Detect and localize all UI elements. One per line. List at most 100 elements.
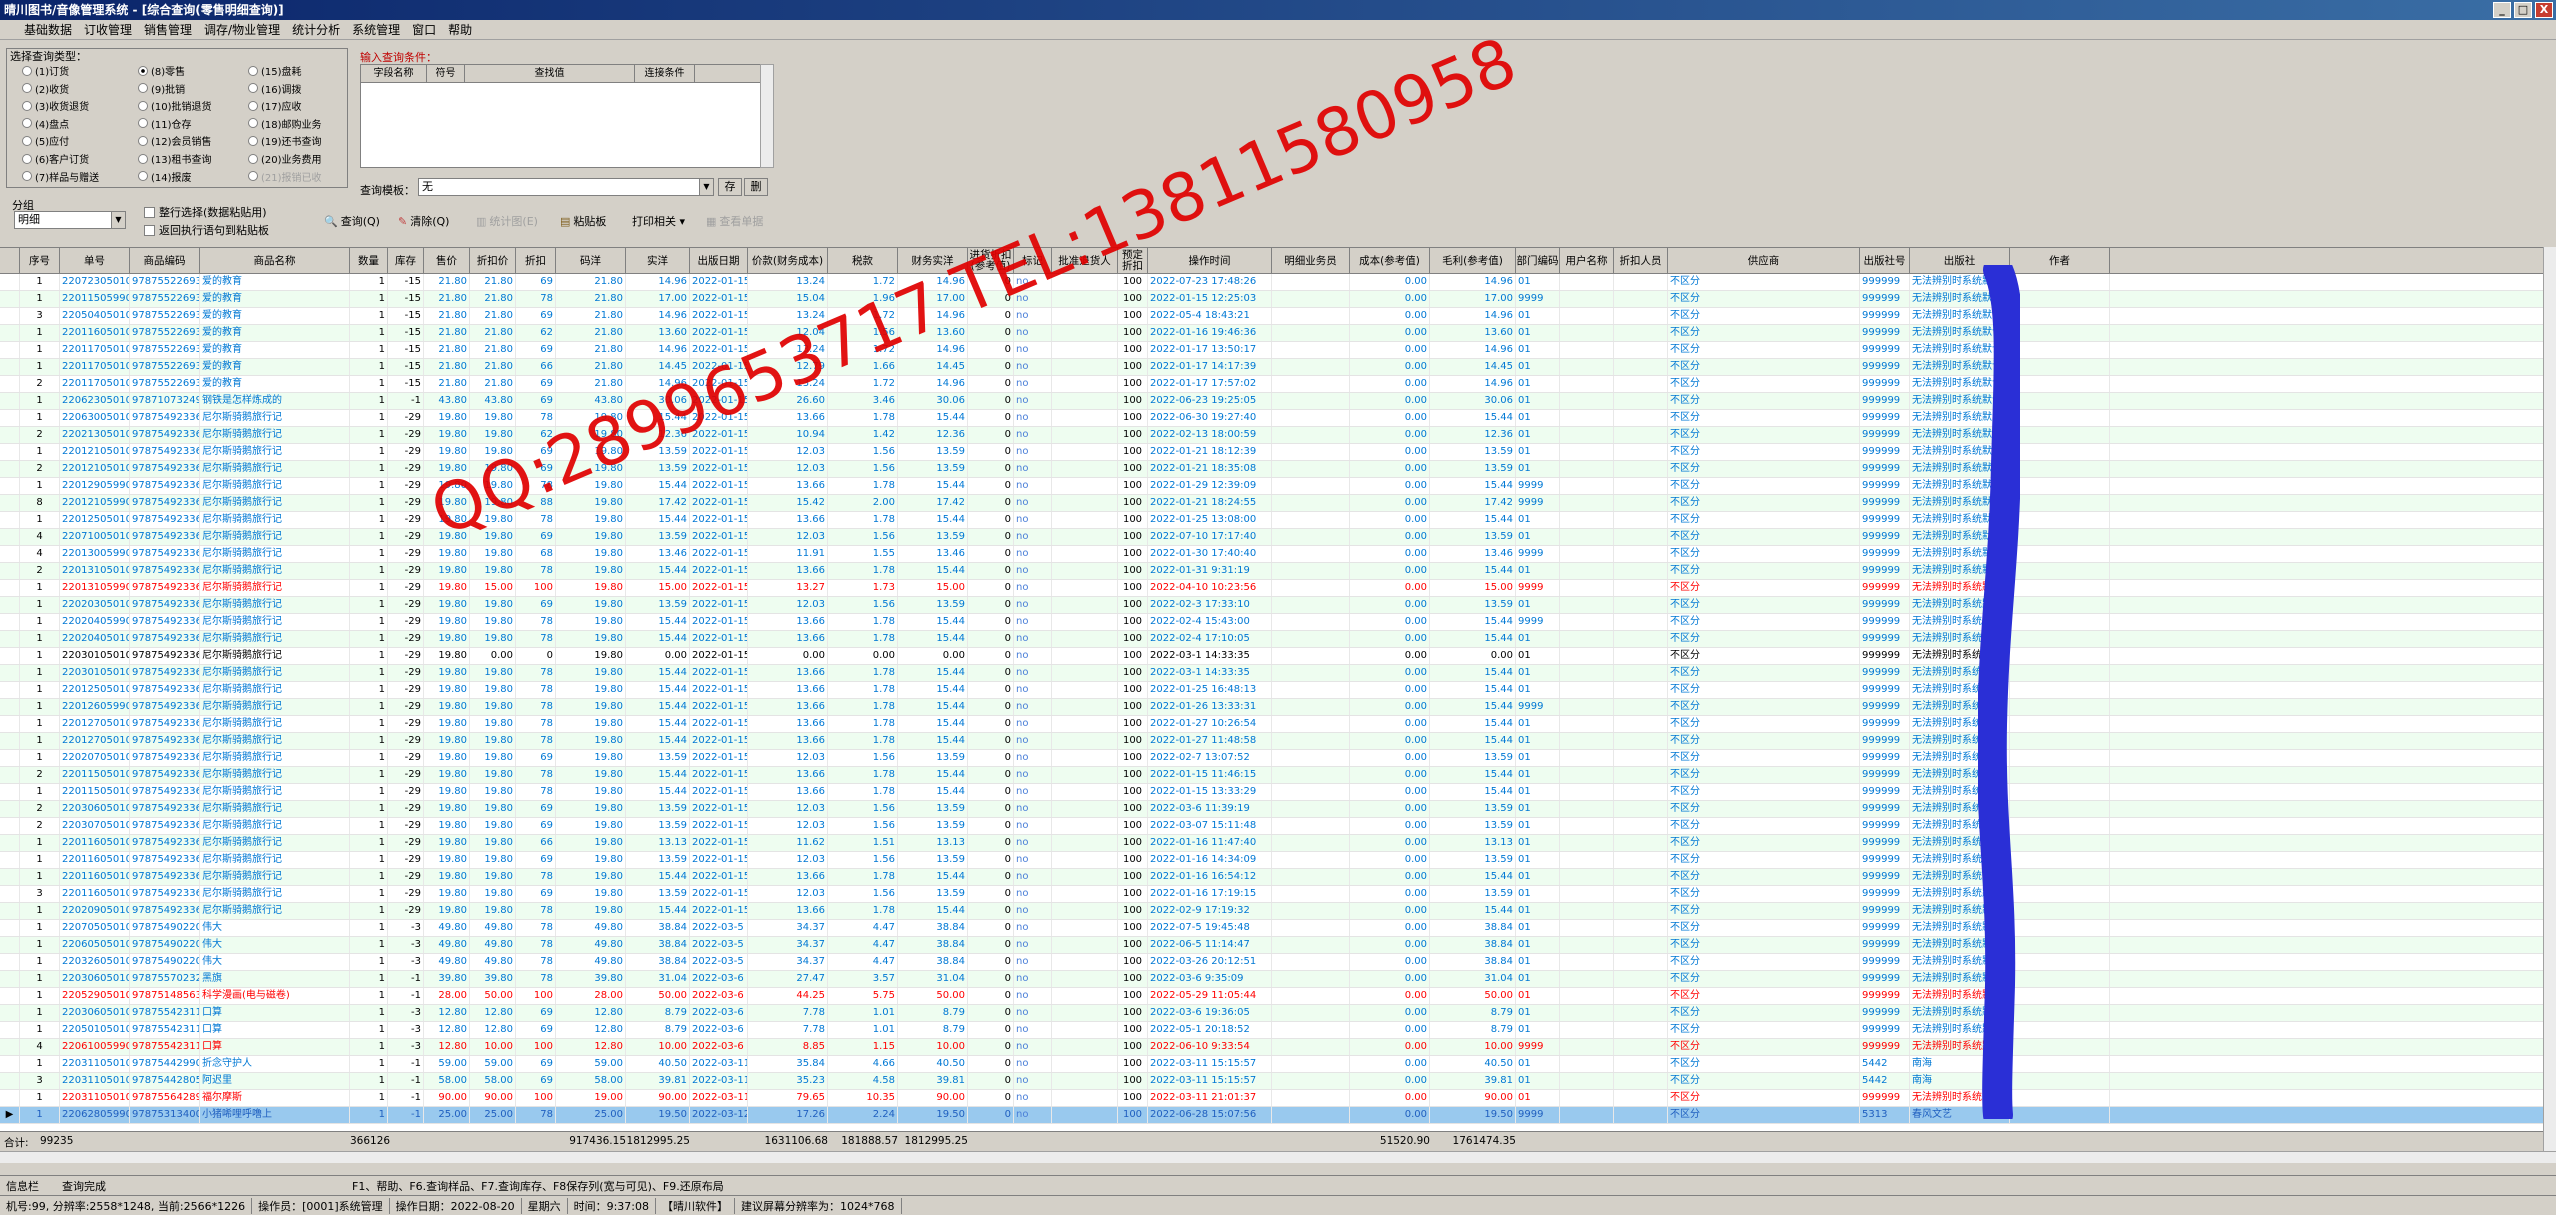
table-row[interactable]: 1220127050100149787549233697尼尔斯骑鹅旅行记1-29…	[0, 733, 2543, 750]
conditions-scrollbar[interactable]	[760, 64, 774, 168]
column-header[interactable]: 数量	[350, 248, 388, 274]
query-type-radio[interactable]: (7)样品与赠送	[22, 169, 99, 184]
column-header[interactable]: 操作时间	[1148, 248, 1272, 274]
table-row[interactable]: 1220311050100119787544299015折念守护人1-159.0…	[0, 1056, 2543, 1073]
column-header[interactable]: 财务实洋	[898, 248, 968, 274]
table-row[interactable]: 1220529050100089787514856361科学漫画(电与磁卷)1-…	[0, 988, 2543, 1005]
template-delete-button[interactable]: 删	[744, 178, 768, 196]
table-row[interactable]: 1220605050100099787549022083伟大1-349.8049…	[0, 937, 2543, 954]
query-type-radio[interactable]: (13)租书查询	[138, 151, 212, 166]
table-row[interactable]: 1220623050100239787107324956钢铁是怎样炼成的1-14…	[0, 393, 2543, 410]
table-row[interactable]: 1220301050100139787549233697尼尔斯骑鹅旅行记1-29…	[0, 648, 2543, 665]
grid-vertical-scrollbar[interactable]	[2543, 247, 2556, 1151]
table-row[interactable]: 3220504050100329787552269376爱的教育1-1521.8…	[0, 308, 2543, 325]
template-select[interactable]: 无 ▼	[418, 178, 714, 196]
table-row[interactable]: ▶1220628059900239787531340085小猪唏哩呼噜上1-12…	[0, 1107, 2543, 1124]
clear-button[interactable]: ✎ 清除(Q)	[398, 210, 449, 232]
query-type-radio[interactable]: (1)订货	[22, 63, 69, 78]
table-row[interactable]: 2220117050100669787552269376爱的教育1-1521.8…	[0, 376, 2543, 393]
table-row[interactable]: 1220301050100139787549233697尼尔斯骑鹅旅行记1-29…	[0, 665, 2543, 682]
menu-window[interactable]: 窗口	[406, 21, 442, 38]
table-row[interactable]: 1220126059900429787549233697尼尔斯骑鹅旅行记1-29…	[0, 699, 2543, 716]
table-row[interactable]: 1220117050100329787552269376爱的教育1-1521.8…	[0, 342, 2543, 359]
menu-basic-data[interactable]: 基础数据	[18, 21, 78, 38]
menu-help[interactable]: 帮助	[442, 21, 478, 38]
table-row[interactable]: 1220209050100499787549233697尼尔斯骑鹅旅行记1-29…	[0, 903, 2543, 920]
menu-stock-property[interactable]: 调存/物业管理	[198, 21, 286, 38]
query-type-radio[interactable]: (14)报废	[138, 169, 192, 184]
menu-order-receive[interactable]: 订收管理	[78, 21, 138, 38]
table-row[interactable]: 1220116050100789787549233697尼尔斯骑鹅旅行记1-29…	[0, 869, 2543, 886]
minimize-button[interactable]: _	[2493, 2, 2511, 18]
query-type-radio[interactable]: (12)会员销售	[138, 133, 212, 148]
table-row[interactable]: 1220723050100419787552269376爱的教育1-1521.8…	[0, 274, 2543, 291]
column-header[interactable]: 折扣	[516, 248, 556, 274]
table-row[interactable]: 1220705050100739787549022083伟大1-349.8049…	[0, 920, 2543, 937]
table-row[interactable]: 2220306050100059787549233697尼尔斯骑鹅旅行记1-29…	[0, 801, 2543, 818]
maximize-button[interactable]: □	[2514, 2, 2532, 18]
table-row[interactable]: 2220115050100369787549233697尼尔斯骑鹅旅行记1-29…	[0, 767, 2543, 784]
table-row[interactable]: 1220630050100289787549233697尼尔斯骑鹅旅行记1-29…	[0, 410, 2543, 427]
query-type-radio[interactable]: (10)批销退货	[138, 98, 212, 113]
column-header[interactable]: 毛利(参考值)	[1430, 248, 1516, 274]
column-header[interactable]: 价款(财务成本)	[748, 248, 828, 274]
column-header[interactable]: 标记	[1014, 248, 1052, 274]
stats-chart-button[interactable]: ▥ 统计图(E)	[476, 210, 538, 232]
close-button[interactable]: X	[2535, 2, 2553, 18]
query-type-radio[interactable]: (3)收货退货	[22, 98, 89, 113]
table-row[interactable]: 4220710050100569787549233697尼尔斯骑鹅旅行记1-29…	[0, 529, 2543, 546]
template-save-button[interactable]: 存	[718, 178, 742, 196]
column-header[interactable]: 税款	[828, 248, 898, 274]
query-type-radio[interactable]: (2)收货	[22, 81, 69, 96]
query-type-radio[interactable]: (9)批销	[138, 81, 185, 96]
query-type-radio[interactable]: (4)盘点	[22, 116, 69, 131]
menu-statistics[interactable]: 统计分析	[286, 21, 346, 38]
query-type-radio[interactable]: (6)客户订货	[22, 151, 89, 166]
table-row[interactable]: 1220121050100499787549233697尼尔斯骑鹅旅行记1-29…	[0, 444, 2543, 461]
table-row[interactable]: 1220203050100719787549233697尼尔斯骑鹅旅行记1-29…	[0, 597, 2543, 614]
table-row[interactable]: 1220116050100209787549233697尼尔斯骑鹅旅行记1-29…	[0, 835, 2543, 852]
column-header[interactable]: 单号	[60, 248, 130, 274]
column-header[interactable]: 批准退货人	[1052, 248, 1118, 274]
table-row[interactable]: 2220307050100089787549233697尼尔斯骑鹅旅行记1-29…	[0, 818, 2543, 835]
group-select[interactable]: 明细 ▼	[14, 211, 126, 229]
table-row[interactable]: 1220125050100129787549233697尼尔斯骑鹅旅行记1-29…	[0, 512, 2543, 529]
table-row[interactable]: 1220311050100309787556428991福尔摩斯1-190.00…	[0, 1090, 2543, 1107]
column-header[interactable]: 进货折扣(参考值)	[968, 248, 1014, 274]
query-type-radio[interactable]: (20)业务费用	[248, 151, 322, 166]
table-row[interactable]: 1220501050100379787554231137口算1-312.8012…	[0, 1022, 2543, 1039]
table-row[interactable]: 8220121059900519787549233697尼尔斯骑鹅旅行记1-29…	[0, 495, 2543, 512]
column-header[interactable]: 序号	[20, 248, 60, 274]
table-row[interactable]: 1220127050100379787549233697尼尔斯骑鹅旅行记1-29…	[0, 716, 2543, 733]
column-header[interactable]: 出版社	[1910, 248, 2010, 274]
table-row[interactable]: 1220131059900349787549233697尼尔斯骑鹅旅行记1-29…	[0, 580, 2543, 597]
table-row[interactable]: 1220116050100449787549233697尼尔斯骑鹅旅行记1-29…	[0, 852, 2543, 869]
column-header[interactable]: 码洋	[556, 248, 626, 274]
column-header[interactable]: 库存	[388, 248, 424, 274]
table-row[interactable]: 1220306050100019787557023256黑旗1-139.8039…	[0, 971, 2543, 988]
return-exec-checkbox[interactable]: 返回执行语句到粘贴板	[144, 222, 269, 238]
view-doc-button[interactable]: ▦ 查看单据	[706, 210, 763, 232]
results-grid[interactable]: 序号 单号 商品编码 商品名称 数量 库存 售价 折扣价 折扣 码洋 实洋 出版日期 价款(财务成本) 税…	[0, 247, 2556, 1154]
table-row[interactable]: 2220131050100019787549233697尼尔斯骑鹅旅行记1-29…	[0, 563, 2543, 580]
column-header[interactable]: 折扣人员	[1614, 248, 1668, 274]
query-type-radio[interactable]: (18)邮购业务	[248, 116, 322, 131]
whole-row-checkbox[interactable]: 整行选择(数据粘贴用)	[144, 204, 267, 220]
grid-body[interactable]: 1220723050100419787552269376爱的教育1-1521.8…	[0, 274, 2543, 1125]
query-type-radio[interactable]: (19)还书查询	[248, 133, 322, 148]
table-row[interactable]: 1220117050100389787552269376爱的教育1-1521.8…	[0, 359, 2543, 376]
table-row[interactable]: 1220115059900269787552269376爱的教育1-1521.8…	[0, 291, 2543, 308]
menu-system[interactable]: 系统管理	[346, 21, 406, 38]
table-row[interactable]: 3220311050100119787544280556阿迟里1-158.005…	[0, 1073, 2543, 1090]
query-type-radio[interactable]: (17)应收	[248, 98, 302, 113]
table-row[interactable]: 2220213050100479787549233697尼尔斯骑鹅旅行记1-29…	[0, 427, 2543, 444]
clipboard-button[interactable]: ▤ 粘贴板	[560, 210, 606, 232]
query-type-radio[interactable]: (8)零售	[138, 63, 185, 78]
column-header[interactable]: 部门编码	[1516, 248, 1560, 274]
table-row[interactable]: 1220207050100149787549233697尼尔斯骑鹅旅行记1-29…	[0, 750, 2543, 767]
table-row[interactable]: 2220121050100819787549233697尼尔斯骑鹅旅行记1-29…	[0, 461, 2543, 478]
query-button[interactable]: 🔍 查询(Q)	[324, 210, 380, 232]
column-header[interactable]: 明细业务员	[1272, 248, 1350, 274]
table-row[interactable]: 1220129059900159787549233697尼尔斯骑鹅旅行记1-29…	[0, 478, 2543, 495]
column-header[interactable]: 折扣价	[470, 248, 516, 274]
